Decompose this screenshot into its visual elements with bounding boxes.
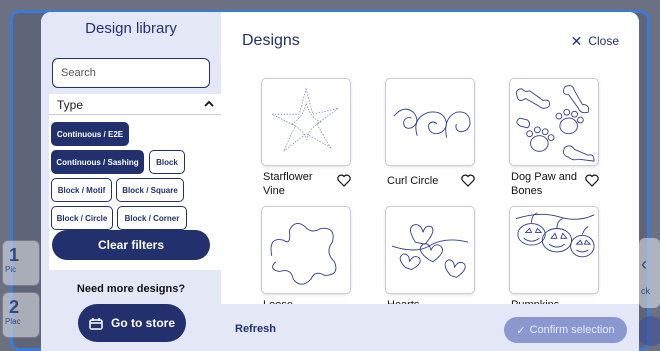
close-button[interactable]: ✕ Close <box>571 34 619 48</box>
design-name: Dog Paw and Bones <box>511 171 578 197</box>
curl-circle-thumbnail[interactable] <box>385 78 475 166</box>
search-input[interactable] <box>52 58 210 88</box>
background-right-panel: ‹ ck <box>639 238 660 308</box>
background-right-label: ck <box>641 286 650 296</box>
background-tile-number: 1 <box>9 245 20 265</box>
filter-chip-block-motif[interactable]: Block / Motif <box>51 178 112 202</box>
check-icon: ✓ <box>516 324 526 337</box>
filter-chip-block-square[interactable]: Block / Square <box>116 178 184 202</box>
chevron-left-icon: ‹ <box>641 254 647 274</box>
need-more-designs-text: Need more designs? <box>76 283 186 295</box>
clear-filters-button[interactable]: Clear filters <box>52 230 210 260</box>
design-library-dialog: Design library Type Continuous / E2E Con… <box>41 12 639 351</box>
designs-panel: Designs ✕ Close Starflower Vine Curl Cir… <box>221 12 639 351</box>
dog-paw-thumbnail[interactable] <box>509 78 599 166</box>
filter-chip-block-circle[interactable]: Block / Circle <box>51 206 113 230</box>
confirm-selection-button[interactable]: ✓ Confirm selection <box>504 317 627 343</box>
divider <box>49 114 221 115</box>
loose-thumbnail[interactable] <box>261 206 351 294</box>
design-name: Curl Circle <box>387 175 439 187</box>
pumpkins-thumbnail[interactable] <box>509 206 599 294</box>
close-label: Close <box>588 34 619 48</box>
filter-chip-continuous-e2e[interactable]: Continuous / E2E <box>51 122 129 146</box>
confirm-selection-label: Confirm selection <box>529 324 615 336</box>
background-tile: 1 Pic <box>2 240 40 286</box>
design-name: Starflower Vine <box>263 171 313 197</box>
type-label: Type <box>57 98 84 112</box>
hearts-thumbnail[interactable] <box>385 206 475 294</box>
close-icon: ✕ <box>570 33 583 49</box>
refresh-button[interactable]: Refresh <box>235 323 276 335</box>
chevron-right-icon <box>636 316 660 346</box>
heart-icon[interactable] <box>337 174 351 187</box>
designs-title: Designs <box>242 32 300 49</box>
filter-chip-block[interactable]: Block <box>149 150 185 174</box>
filter-chip-continuous-sashing[interactable]: Continuous / Sashing <box>51 150 144 174</box>
go-to-store-button[interactable]: Go to store <box>78 304 186 342</box>
heart-icon[interactable] <box>585 174 599 187</box>
background-tile-number: 2 <box>9 297 20 317</box>
type-section-header[interactable]: Type <box>57 96 215 114</box>
store-icon <box>89 317 103 330</box>
go-to-store-label: Go to store <box>110 316 175 330</box>
background-tile-label: Plac <box>5 317 21 326</box>
filter-chip-block-corner[interactable]: Block / Corner <box>117 206 187 230</box>
chevron-up-icon <box>204 100 214 107</box>
heart-icon[interactable] <box>461 174 475 187</box>
starflower-thumbnail[interactable] <box>261 78 351 166</box>
designs-footer: Refresh ✓ Confirm selection <box>221 304 639 351</box>
panel-title: Design library <box>85 20 177 37</box>
background-tile: 2 Plac <box>2 292 40 338</box>
filter-panel: Design library Type Continuous / E2E Con… <box>41 12 221 351</box>
background-tile-label: Pic <box>5 265 17 274</box>
